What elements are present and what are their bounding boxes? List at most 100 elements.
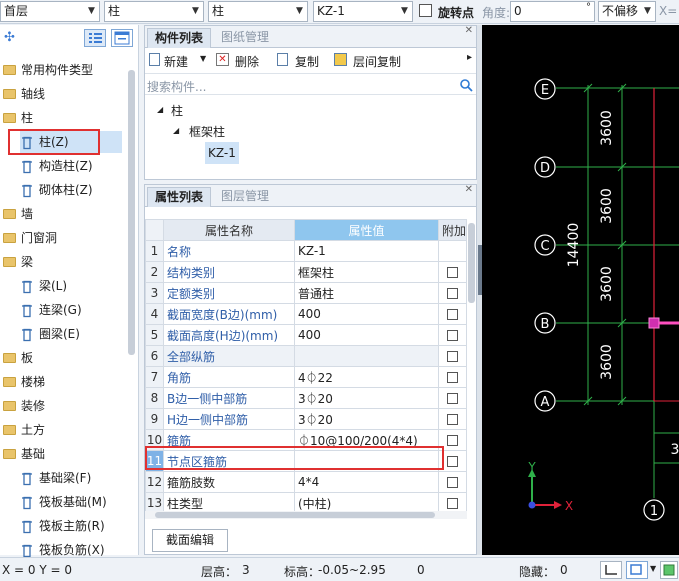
offset-select[interactable]: 不偏移 ▼ [598, 1, 656, 22]
property-value[interactable]: 400 [293, 324, 439, 346]
property-row[interactable]: 5 截面高度(H边)(mm) 400 [145, 324, 467, 346]
property-value[interactable]: 3⏀20 [293, 387, 439, 409]
tree-scrollbar[interactable] [128, 70, 135, 355]
tree-folder[interactable]: 轴线 [3, 83, 45, 105]
add-node-icon[interactable]: ✣ [4, 30, 15, 45]
floor-select[interactable]: 首层 ▼ [0, 1, 100, 22]
component-select-value: KZ-1 [317, 4, 345, 18]
tree-folder[interactable]: 梁 [3, 251, 33, 273]
column-kz1-marker[interactable] [648, 317, 660, 329]
component-select[interactable]: KZ-1 ▼ [313, 1, 413, 22]
tree-leaf[interactable]: 构造柱(Z) [20, 155, 93, 177]
property-value[interactable]: 普通柱 [293, 282, 439, 304]
tree-folder[interactable]: 装修 [3, 395, 45, 417]
search-input[interactable]: 搜索构件... [147, 78, 206, 95]
subcategory-select[interactable]: 柱 ▼ [208, 1, 308, 22]
tab-drawing-management[interactable]: 图纸管理 [214, 28, 276, 48]
property-row[interactable]: 6 全部纵筋 [145, 345, 467, 367]
component-tree-item-kz1[interactable]: KZ-1 [205, 142, 239, 164]
tree-folder[interactable]: 柱 [3, 107, 33, 129]
property-value[interactable] [293, 345, 439, 367]
tree-leaf[interactable]: 砌体柱(Z) [20, 179, 93, 201]
tree-folder[interactable]: 常用构件类型 [3, 59, 93, 81]
property-checkbox[interactable] [446, 372, 458, 383]
close-icon[interactable]: ✕ [465, 25, 473, 36]
tree-leaf[interactable]: 基础梁(F) [20, 467, 91, 489]
tree-folder[interactable]: 楼梯 [3, 371, 45, 393]
angle-input[interactable]: 0 [510, 1, 595, 22]
property-value[interactable]: KZ-1 [293, 240, 439, 262]
more-icon[interactable]: ▸ [467, 52, 472, 63]
tree-folder[interactable]: 基础 [3, 443, 45, 465]
component-search[interactable]: 搜索构件... [145, 75, 476, 95]
property-checkbox[interactable] [446, 414, 458, 425]
property-value[interactable]: 4⏀22 [293, 366, 439, 388]
tree-leaf[interactable]: 连梁(G) [20, 299, 82, 321]
property-value[interactable]: 3⏀20 [293, 408, 439, 430]
tab-property-list[interactable]: 属性列表 [147, 187, 212, 207]
property-checkbox[interactable] [446, 456, 458, 467]
floor-copy-button[interactable]: 层间复制 [353, 53, 401, 70]
property-row[interactable]: 8 B边一侧中部筋 3⏀20 [145, 387, 467, 409]
property-value[interactable]: 4*4 [293, 471, 439, 493]
tree-leaf[interactable]: 筏板基础(M) [20, 491, 107, 513]
category-select[interactable]: 柱 ▼ [104, 1, 204, 22]
properties-panel: 属性列表 图层管理 ✕ 属性名称 属性值 附加 1 名称 KZ-1 2 结构类别 框架柱 3… [144, 184, 477, 555]
delete-button[interactable]: 删除 [235, 53, 259, 70]
property-row[interactable]: 12 箍筋肢数 4*4 [145, 471, 467, 493]
copy-button[interactable]: 复制 [295, 53, 319, 70]
tree-folder[interactable]: 门窗洞 [3, 227, 57, 249]
layer-toggle-icon[interactable] [660, 561, 678, 579]
chevron-down-icon[interactable]: ▼ [650, 564, 656, 573]
properties-hscroll-thumb[interactable] [155, 512, 435, 518]
new-button[interactable]: 新建 [164, 53, 188, 70]
property-row[interactable]: 2 结构类别 框架柱 [145, 261, 467, 283]
tab-layer-management[interactable]: 图层管理 [214, 187, 276, 207]
property-checkbox[interactable] [446, 267, 458, 278]
chevron-down-icon[interactable]: ▼ [200, 54, 206, 63]
close-icon[interactable]: ✕ [465, 184, 473, 195]
property-row[interactable]: 13 柱类型 (中柱) [145, 492, 467, 513]
section-edit-button[interactable]: 截面编辑 [152, 529, 228, 552]
component-tree-root[interactable]: 柱 [171, 102, 183, 119]
expand-icon[interactable]: ◢ [157, 105, 163, 114]
property-checkbox[interactable] [446, 288, 458, 299]
property-checkbox[interactable] [446, 393, 458, 404]
property-checkbox[interactable] [446, 330, 458, 341]
property-checkbox[interactable] [446, 351, 458, 362]
tree-leaf[interactable]: 圈梁(E) [20, 323, 80, 345]
tab-component-list[interactable]: 构件列表 [147, 28, 212, 48]
list-view-icon[interactable] [84, 29, 106, 47]
property-value[interactable]: (中柱) [293, 492, 439, 513]
folder-icon [3, 352, 16, 363]
property-checkbox[interactable] [446, 309, 458, 320]
property-checkbox[interactable] [446, 477, 458, 488]
property-name: H边一侧中部筋 [162, 408, 295, 430]
search-icon[interactable] [459, 78, 473, 92]
component-tree-group[interactable]: 框架柱 [189, 123, 225, 140]
snap-toggle-icon[interactable] [600, 561, 622, 579]
properties-scrollbar[interactable] [468, 223, 475, 303]
drawing-canvas[interactable]: E D C B A 1 3600 3600 3600 3600 14400 3 … [482, 25, 679, 555]
ortho-toggle-icon[interactable] [626, 561, 648, 579]
folder-icon [3, 256, 16, 267]
tree-leaf[interactable]: 梁(L) [20, 275, 67, 297]
status-bar: X = 0 Y = 0 层高： 3 标高： -0.05~2.95 0 隐藏： 0… [0, 557, 679, 581]
property-value[interactable]: 400 [293, 303, 439, 325]
property-row[interactable]: 9 H边一侧中部筋 3⏀20 [145, 408, 467, 430]
expand-icon[interactable]: ◢ [173, 126, 179, 135]
property-row[interactable]: 3 定额类别 普通柱 [145, 282, 467, 304]
property-row[interactable]: 4 截面宽度(B边)(mm) 400 [145, 303, 467, 325]
rotate-point-checkbox[interactable] [419, 4, 432, 17]
tree-leaf[interactable]: 筏板主筋(R) [20, 515, 105, 537]
detail-view-icon[interactable] [111, 29, 133, 47]
properties-hscroll[interactable] [145, 511, 467, 519]
property-row[interactable]: 7 角筋 4⏀22 [145, 366, 467, 388]
property-row[interactable]: 1 名称 KZ-1 [145, 240, 467, 262]
tree-folder[interactable]: 墙 [3, 203, 33, 225]
property-value[interactable]: 框架柱 [293, 261, 439, 283]
tree-folder[interactable]: 土方 [3, 419, 45, 441]
tree-folder[interactable]: 板 [3, 347, 33, 369]
property-checkbox[interactable] [446, 498, 458, 509]
property-checkbox[interactable] [446, 435, 458, 446]
